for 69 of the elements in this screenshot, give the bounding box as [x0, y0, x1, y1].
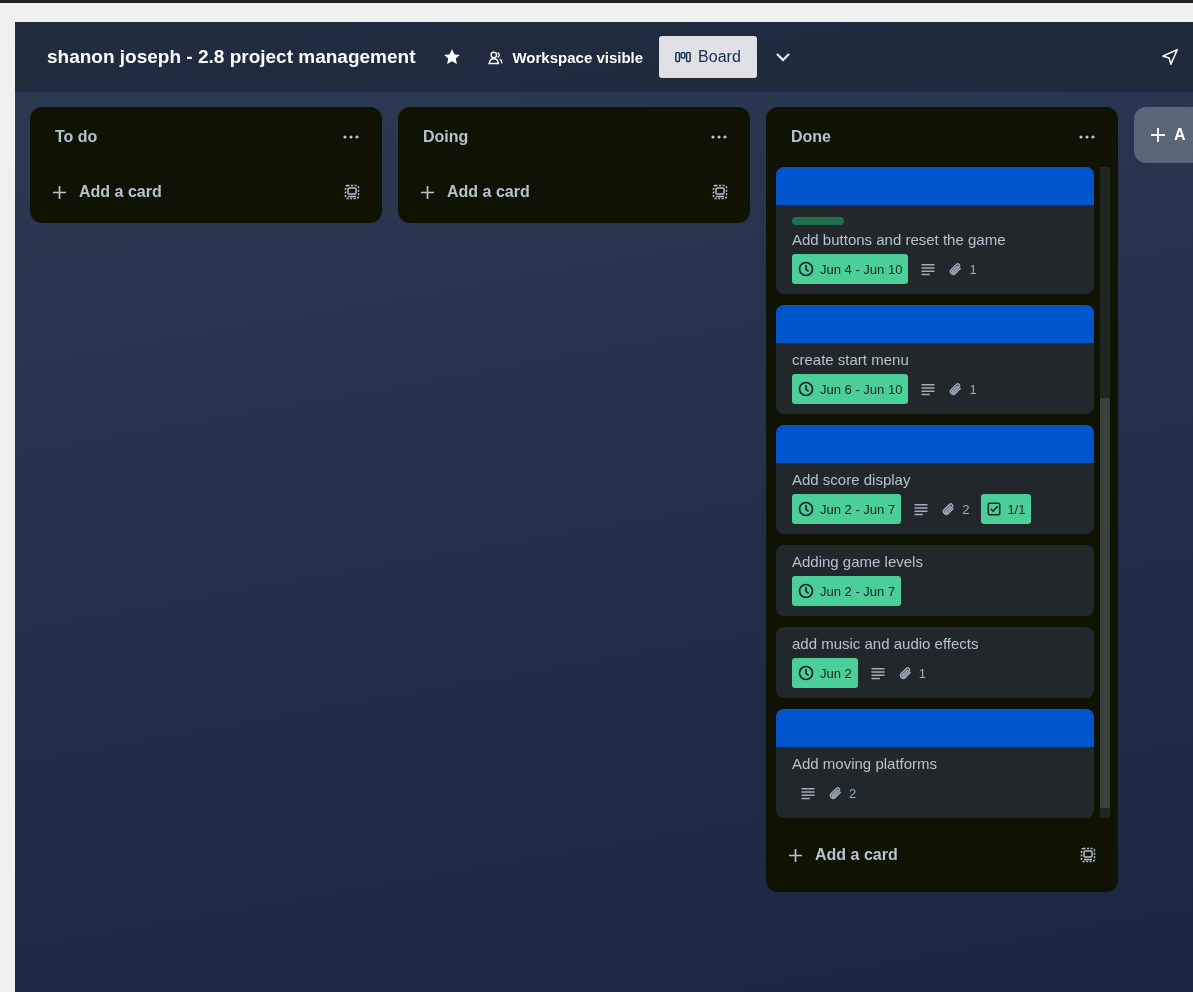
- date-badge[interactable]: Jun 2 - Jun 7: [792, 494, 902, 524]
- more-icon[interactable]: [343, 135, 359, 139]
- add-list-button[interactable]: A: [1134, 107, 1193, 163]
- card-title: Add buttons and reset the game: [792, 231, 1007, 248]
- card-title: create start menu: [792, 351, 910, 368]
- date-badge[interactable]: Jun 6 - Jun 10: [792, 374, 909, 404]
- checkbox-icon: [987, 502, 1002, 516]
- board-view-tab[interactable]: Board: [659, 36, 757, 78]
- date-text: Jun 2 - Jun 7: [820, 583, 896, 599]
- template-icon[interactable]: [712, 184, 728, 200]
- add-card-button[interactable]: Add a card: [50, 181, 164, 203]
- board-icon: [675, 50, 692, 64]
- add-card-button[interactable]: Add a card: [786, 844, 900, 866]
- list-title[interactable]: Doing: [423, 128, 469, 146]
- plus-icon: [52, 184, 67, 200]
- attachment-count: 1: [969, 261, 977, 277]
- card-title: Adding game levels: [792, 553, 924, 570]
- attachment-count: 2: [962, 501, 970, 517]
- card-title: Add moving platforms: [792, 755, 939, 772]
- star-icon[interactable]: [443, 48, 462, 66]
- card[interactable]: add music and audio effects Jun 2 1: [776, 627, 1094, 698]
- description-icon: [920, 262, 937, 276]
- more-icon[interactable]: [1079, 135, 1095, 139]
- paperclip-icon: [948, 261, 964, 277]
- clock-icon: [798, 261, 814, 277]
- template-icon[interactable]: [1080, 847, 1096, 863]
- date-text: Jun 2: [820, 665, 852, 681]
- date-text: Jun 4 - Jun 10: [820, 261, 903, 277]
- checklist-count: 1/1: [1007, 501, 1026, 517]
- plus-icon: [420, 184, 435, 200]
- clock-icon: [798, 665, 814, 681]
- description-icon: [913, 502, 930, 516]
- paperclip-icon: [828, 785, 843, 801]
- card[interactable]: Add moving platforms 2: [776, 709, 1094, 818]
- card[interactable]: Add buttons and reset the game Jun 4 - Jun 10 1: [776, 167, 1094, 294]
- attachment-count: 1: [969, 381, 977, 397]
- template-icon[interactable]: [344, 184, 360, 200]
- paper-plane-icon[interactable]: [1161, 48, 1179, 66]
- attachment-count: 2: [849, 785, 857, 801]
- card[interactable]: create start menu Jun 6 - Jun 10 1: [776, 305, 1094, 414]
- clock-icon: [798, 381, 814, 397]
- plus-icon: [788, 847, 803, 863]
- paperclip-icon: [948, 381, 964, 397]
- scrollbar[interactable]: [1100, 167, 1110, 818]
- paperclip-icon: [941, 501, 957, 517]
- date-text: Jun 2 - Jun 7: [820, 501, 896, 517]
- list-title[interactable]: Done: [791, 128, 831, 146]
- clock-icon: [798, 583, 814, 599]
- checklist-badge[interactable]: 1/1: [981, 494, 1032, 524]
- description-icon: [869, 666, 886, 680]
- visibility-button[interactable]: Workspace visible: [483, 44, 648, 70]
- board-title[interactable]: shanon joseph - 2.8 project management: [47, 46, 416, 68]
- date-badge[interactable]: Jun 2: [792, 658, 858, 688]
- date-badge[interactable]: Jun 2 - Jun 7: [792, 576, 902, 606]
- description-icon: [920, 382, 937, 396]
- description-icon: [800, 786, 816, 800]
- card-title: add music and audio effects: [792, 635, 980, 652]
- card[interactable]: Adding game levels Jun 2 - Jun 7: [776, 545, 1094, 616]
- more-icon[interactable]: [711, 135, 727, 139]
- date-text: Jun 6 - Jun 10: [820, 381, 903, 397]
- clock-icon: [798, 501, 814, 517]
- list-title[interactable]: To do: [55, 128, 98, 146]
- card-title: Add score display: [792, 471, 912, 488]
- plus-icon: [1150, 127, 1166, 143]
- paperclip-icon: [897, 665, 913, 681]
- date-badge[interactable]: Jun 4 - Jun 10: [792, 254, 909, 284]
- card[interactable]: Add score display Jun 2 - Jun 7 2 1/1: [776, 425, 1094, 534]
- attachment-count: 1: [918, 665, 927, 681]
- add-card-button[interactable]: Add a card: [418, 181, 532, 203]
